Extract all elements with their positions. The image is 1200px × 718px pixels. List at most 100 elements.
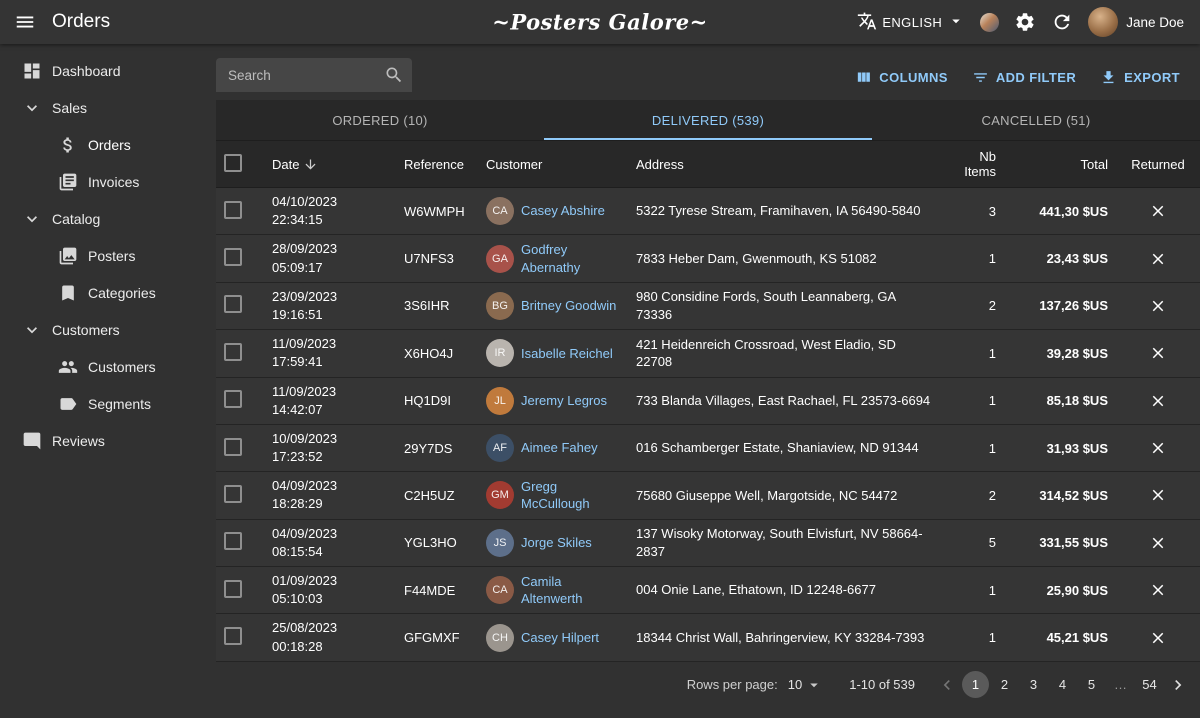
order-address-cell: 137 Wisoky Motorway, South Elvisfurt, NV…	[628, 519, 940, 566]
table-row[interactable]: 04/09/2023 18:28:29 C2H5UZ GM Gregg McCu…	[216, 472, 1200, 519]
prev-page-button[interactable]	[933, 675, 961, 695]
row-checkbox[interactable]	[224, 390, 242, 408]
sidebar-group-catalog[interactable]: Catalog	[0, 200, 216, 237]
returned-false-icon	[1149, 297, 1167, 312]
sidebar-item-invoices[interactable]: Invoices	[0, 163, 216, 200]
returned-false-icon	[1149, 250, 1167, 265]
row-checkbox[interactable]	[224, 248, 242, 266]
page-number-button[interactable]: 1	[962, 671, 989, 698]
export-button[interactable]: EXPORT	[1092, 64, 1188, 91]
table-row[interactable]: 11/09/2023 17:59:41 X6HO4J IR Isabelle R…	[216, 330, 1200, 377]
table-row[interactable]: 11/09/2023 14:42:07 HQ1D9I JL Jeremy Leg…	[216, 377, 1200, 424]
next-page-button[interactable]	[1164, 675, 1192, 695]
page-number-button[interactable]: 54	[1136, 671, 1163, 698]
page-number-button[interactable]: 2	[991, 671, 1018, 698]
table-header-row: Date Reference Customer Address Nb Items…	[216, 141, 1200, 188]
row-checkbox[interactable]	[224, 295, 242, 313]
row-checkbox[interactable]	[224, 343, 242, 361]
row-checkbox[interactable]	[224, 485, 242, 503]
customer-link[interactable]: JL Jeremy Legros	[486, 387, 620, 415]
customer-link[interactable]: GA Godfrey Abernathy	[486, 241, 620, 276]
nb-items-cell: 2	[940, 472, 1004, 519]
pagination-bar: Rows per page: 10 1-10 of 539 1 2 3 4 5 …	[216, 662, 1200, 708]
table-row[interactable]: 04/10/2023 22:34:15 W6WMPH CA Casey Absh…	[216, 188, 1200, 235]
page-number-button[interactable]: 5	[1078, 671, 1105, 698]
nb-items-cell: 1	[940, 424, 1004, 471]
nb-items-cell: 1	[940, 567, 1004, 614]
table-row[interactable]: 25/08/2023 00:18:28 GFGMXF CH Casey Hilp…	[216, 614, 1200, 661]
row-checkbox[interactable]	[224, 532, 242, 550]
table-row[interactable]: 28/09/2023 05:09:17 U7NFS3 GA Godfrey Ab…	[216, 235, 1200, 282]
customer-link[interactable]: CH Casey Hilpert	[486, 624, 620, 652]
order-reference-cell: W6WMPH	[396, 188, 478, 235]
row-checkbox[interactable]	[224, 627, 242, 645]
table-row[interactable]: 23/09/2023 19:16:51 3S6IHR BG Britney Go…	[216, 282, 1200, 329]
refresh-icon[interactable]	[1051, 11, 1073, 33]
sort-by-date[interactable]: Date	[272, 157, 388, 172]
rows-per-page-select[interactable]: 10	[788, 676, 823, 694]
table-row[interactable]: 04/09/2023 08:15:54 YGL3HO JS Jorge Skil…	[216, 519, 1200, 566]
status-tab[interactable]: ORDERED (10)	[216, 100, 544, 140]
customer-avatar: GA	[486, 245, 514, 273]
menu-icon[interactable]	[14, 11, 36, 33]
table-row[interactable]: 01/09/2023 05:10:03 F44MDE CA Camila Alt…	[216, 567, 1200, 614]
posters-icon	[58, 246, 78, 266]
app-logo: ~Posters Galore~	[492, 10, 707, 35]
order-address-cell: 7833 Heber Dam, Gwenmouth, KS 51082	[628, 235, 940, 282]
row-checkbox[interactable]	[224, 438, 242, 456]
total-cell: 25,90 $US	[1004, 567, 1116, 614]
customer-link[interactable]: IR Isabelle Reichel	[486, 339, 620, 367]
total-cell: 331,55 $US	[1004, 519, 1116, 566]
total-cell: 45,21 $US	[1004, 614, 1116, 661]
sidebar-item-categories[interactable]: Categories	[0, 274, 216, 311]
customer-link[interactable]: GM Gregg McCullough	[486, 478, 620, 513]
sidebar-item-posters[interactable]: Posters	[0, 237, 216, 274]
chevron-down-icon	[22, 209, 42, 229]
sidebar-item-reviews[interactable]: Reviews	[0, 422, 216, 459]
bookmark-icon	[58, 283, 78, 303]
order-address-cell: 004 Onie Lane, Ethatown, ID 12248-6677	[628, 567, 940, 614]
sidebar-item-segments[interactable]: Segments	[0, 385, 216, 422]
sidebar-item-customers[interactable]: Customers	[0, 348, 216, 385]
select-all-checkbox[interactable]	[224, 154, 242, 172]
customer-link[interactable]: CA Camila Altenwerth	[486, 573, 620, 608]
nb-items-cell: 1	[940, 377, 1004, 424]
customer-link[interactable]: BG Britney Goodwin	[486, 292, 620, 320]
sort-desc-icon	[303, 157, 318, 172]
user-menu[interactable]: Jane Doe	[1088, 7, 1184, 37]
customer-avatar: CA	[486, 576, 514, 604]
customer-avatar: GM	[486, 481, 514, 509]
page-number-button[interactable]: 4	[1049, 671, 1076, 698]
header-returned: Returned	[1116, 141, 1200, 188]
row-checkbox[interactable]	[224, 580, 242, 598]
sidebar-group-customers[interactable]: Customers	[0, 311, 216, 348]
total-cell: 441,30 $US	[1004, 188, 1116, 235]
language-label: ENGLISH	[882, 15, 942, 30]
sidebar-group-sales[interactable]: Sales	[0, 89, 216, 126]
theme-icon[interactable]	[980, 13, 999, 32]
order-reference-cell: 3S6IHR	[396, 282, 478, 329]
returned-false-icon	[1149, 629, 1167, 644]
add-filter-button[interactable]: ADD FILTER	[964, 64, 1084, 91]
page-title: Orders	[52, 11, 110, 33]
customer-link[interactable]: AF Aimee Fahey	[486, 434, 620, 462]
customer-avatar: JS	[486, 529, 514, 557]
columns-button[interactable]: COLUMNS	[847, 64, 956, 91]
settings-gear-icon[interactable]	[1014, 11, 1036, 33]
customer-link[interactable]: CA Casey Abshire	[486, 197, 620, 225]
order-address-cell: 75680 Giuseppe Well, Margotside, NC 5447…	[628, 472, 940, 519]
language-selector[interactable]: ENGLISH	[857, 11, 965, 34]
nb-items-cell: 1	[940, 235, 1004, 282]
page-number-button[interactable]: 3	[1020, 671, 1047, 698]
page-number-button[interactable]: …	[1107, 671, 1134, 698]
search-input[interactable]	[216, 58, 412, 92]
customer-link[interactable]: JS Jorge Skiles	[486, 529, 620, 557]
table-row[interactable]: 10/09/2023 17:23:52 29Y7DS AF Aimee Fahe…	[216, 424, 1200, 471]
row-checkbox[interactable]	[224, 201, 242, 219]
status-tab[interactable]: CANCELLED (51)	[872, 100, 1200, 140]
status-tab[interactable]: DELIVERED (539)	[544, 100, 872, 140]
rows-per-page-label: Rows per page:	[687, 677, 778, 692]
sidebar-item-dashboard[interactable]: Dashboard	[0, 52, 216, 89]
order-address-cell: 18344 Christ Wall, Bahringerview, KY 332…	[628, 614, 940, 661]
sidebar-item-orders[interactable]: Orders	[0, 126, 216, 163]
